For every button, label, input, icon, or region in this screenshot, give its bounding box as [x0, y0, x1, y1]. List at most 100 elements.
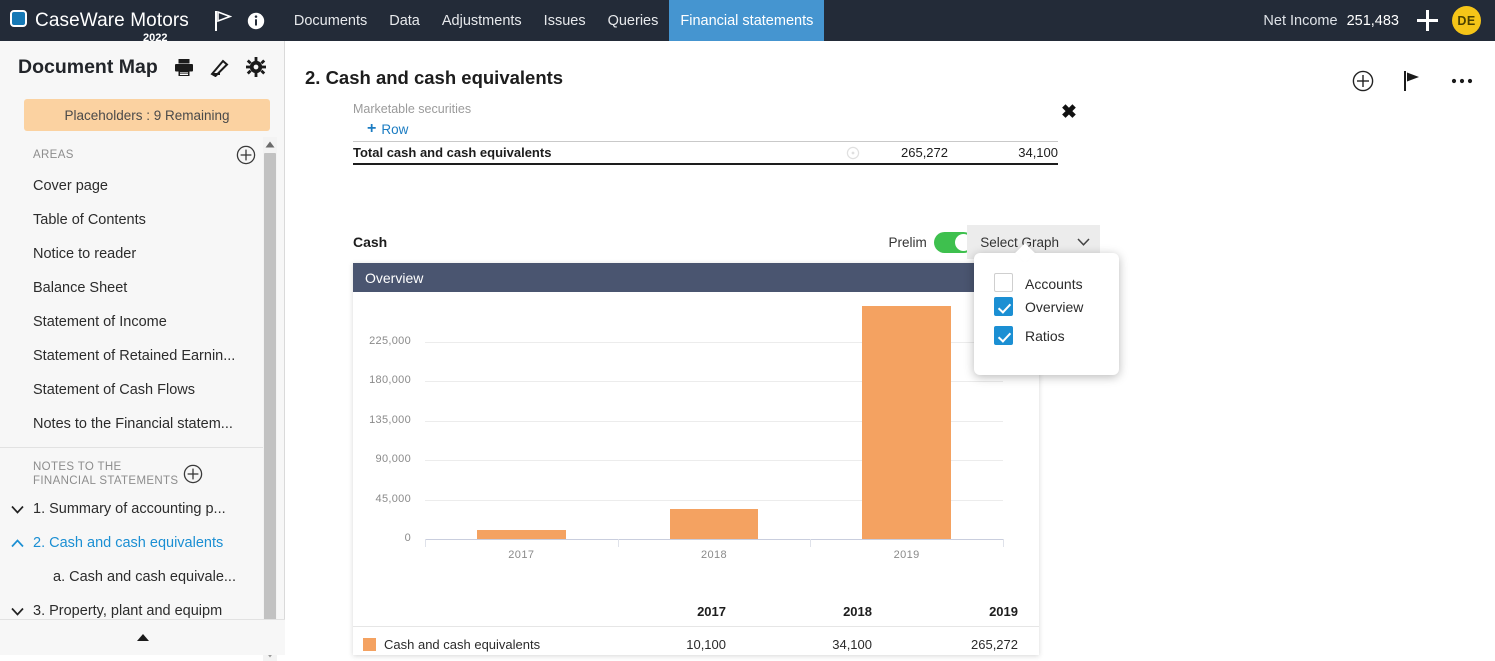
- menu-label-ratios: Ratios: [1025, 328, 1065, 344]
- info-icon[interactable]: [241, 0, 271, 41]
- bar-2019[interactable]: [862, 306, 951, 539]
- legend-table-header: 2017 2018 2019: [353, 597, 1039, 627]
- plus-icon: +: [367, 121, 376, 137]
- net-income-label: Net Income: [1263, 13, 1337, 29]
- menu-item-accounts[interactable]: Accounts: [974, 253, 1119, 292]
- add-note-icon[interactable]: [183, 464, 203, 484]
- flag-icon[interactable]: [207, 0, 241, 41]
- sidebar-item-statement-of-cash-flows[interactable]: Statement of Cash Flows: [0, 373, 270, 407]
- legend-header-2017: 2017: [601, 604, 747, 619]
- statement-subtitle: Marketable securities: [353, 102, 1058, 119]
- sidebar-item-balance-sheet[interactable]: Balance Sheet: [0, 271, 270, 305]
- more-options-icon[interactable]: [1451, 78, 1473, 84]
- scroll-up-arrow-icon[interactable]: [264, 137, 276, 151]
- flag-icon[interactable]: [1404, 71, 1421, 91]
- nav-label: Table of Contents: [33, 212, 146, 228]
- sidebar-item-notes-to-financial-statements[interactable]: Notes to the Financial statem...: [0, 407, 270, 441]
- section-title-areas: AREAS: [33, 148, 236, 162]
- chart-card-header: Overview: [353, 263, 1039, 292]
- sidebar-item-cover-page[interactable]: Cover page: [0, 169, 270, 203]
- tab-adjustments[interactable]: Adjustments: [431, 0, 533, 41]
- overview-chart-card: Overview 045,00090,000135,000180,000225,…: [353, 263, 1039, 655]
- menu-label-overview: Overview: [1025, 299, 1083, 315]
- chevron-down-icon: [1077, 238, 1090, 246]
- sidebar-item-note-2-cash-and-cash-equivalents[interactable]: 2. Cash and cash equivalents: [0, 526, 270, 560]
- refresh-icon[interactable]: [846, 146, 860, 163]
- legend-series-cell: Cash and cash equivalents: [353, 637, 601, 652]
- sidebar-footer: [0, 619, 285, 655]
- nav-label: Statement of Retained Earnin...: [33, 348, 235, 364]
- legend-value-2017: 10,100: [601, 637, 747, 652]
- net-income-value: 251,483: [1347, 13, 1399, 29]
- edit-pencil-icon[interactable]: [210, 58, 230, 77]
- bar-2018[interactable]: [670, 509, 759, 539]
- legend-series-name: Cash and cash equivalents: [384, 637, 540, 652]
- sidebar-item-statement-of-income[interactable]: Statement of Income: [0, 305, 270, 339]
- brand-name: CaseWare Motors: [35, 10, 189, 32]
- total-label: Total cash and cash equivalents: [353, 145, 838, 160]
- toggle-label-prelim: Prelim: [888, 235, 926, 250]
- settings-gear-icon[interactable]: [246, 57, 266, 77]
- legend-value-2018: 34,100: [747, 637, 893, 652]
- chart-card-title: Overview: [365, 270, 423, 286]
- add-area-icon[interactable]: [236, 145, 256, 165]
- brand-logo-area: CaseWare Motors 2022: [0, 10, 189, 32]
- section-title-notes: NOTES TO THE FINANCIAL STATEMENTS: [33, 460, 183, 488]
- y-axis-tick-label: 45,000: [353, 493, 411, 505]
- checkbox-accounts[interactable]: [994, 273, 1013, 292]
- print-icon[interactable]: [174, 58, 194, 77]
- sidebar-scrollbar[interactable]: [263, 137, 277, 661]
- axis-separator: [1003, 539, 1004, 547]
- tab-financial-statements[interactable]: Financial statements: [669, 0, 824, 41]
- chevron-down-icon[interactable]: [11, 607, 33, 616]
- y-axis-tick-label: 225,000: [353, 335, 411, 347]
- select-graph-menu: Accounts Overview Ratios: [974, 253, 1119, 375]
- menu-item-overview[interactable]: Overview: [974, 292, 1119, 321]
- bar-2017[interactable]: [477, 530, 566, 539]
- y-axis-tick-label: 90,000: [353, 453, 411, 465]
- document-map-sidebar: Document Map Placeholders : 9 Remaining …: [0, 41, 285, 655]
- total-value-prior: 34,100: [948, 145, 1058, 160]
- close-icon[interactable]: ✖: [1061, 101, 1077, 124]
- tab-queries[interactable]: Queries: [597, 0, 670, 41]
- tab-documents[interactable]: Documents: [283, 0, 378, 41]
- checkbox-overview[interactable]: [994, 297, 1013, 316]
- legend-color-swatch: [363, 638, 376, 651]
- y-axis-tick-label: 0: [353, 532, 411, 544]
- add-row-label: Row: [381, 122, 408, 137]
- nav-label: Notes to the Financial statem...: [33, 416, 233, 432]
- main-nav-tabs: Documents Data Adjustments Issues Querie…: [283, 0, 824, 41]
- add-plus-icon[interactable]: [1415, 8, 1440, 33]
- checkbox-ratios[interactable]: [994, 326, 1013, 345]
- sidebar-item-statement-of-retained-earnings[interactable]: Statement of Retained Earnin...: [0, 339, 270, 373]
- add-circle-icon[interactable]: [1352, 70, 1374, 92]
- axis-separator: [618, 539, 619, 547]
- nav-label: Balance Sheet: [33, 280, 127, 296]
- statement-table: Marketable securities + Row Total cash a…: [353, 102, 1058, 165]
- sidebar-item-notice-to-reader[interactable]: Notice to reader: [0, 237, 270, 271]
- menu-item-ratios[interactable]: Ratios: [974, 321, 1119, 350]
- user-avatar[interactable]: DE: [1452, 6, 1481, 35]
- collapse-caret-icon[interactable]: [136, 629, 150, 647]
- tab-data[interactable]: Data: [378, 0, 431, 41]
- sidebar-item-table-of-contents[interactable]: Table of Contents: [0, 203, 270, 237]
- nav-label: 1. Summary of accounting p...: [33, 501, 226, 517]
- placeholders-banner[interactable]: Placeholders : 9 Remaining: [24, 99, 270, 131]
- x-axis-tick-label: 2018: [618, 549, 811, 561]
- chevron-up-icon[interactable]: [11, 539, 33, 548]
- caseware-logo-icon: [10, 10, 27, 27]
- bar-chart-plot: 045,00090,000135,000180,000225,000201720…: [353, 292, 1039, 577]
- nav-label: 2. Cash and cash equivalents: [33, 535, 223, 551]
- chart-legend-table: 2017 2018 2019 Cash and cash equivalents…: [353, 597, 1039, 661]
- nav-label: Notice to reader: [33, 246, 136, 262]
- sidebar-item-note-2a[interactable]: a. Cash and cash equivale...: [0, 560, 270, 594]
- nav-label: 3. Property, plant and equipm: [33, 603, 222, 619]
- sidebar-item-note-1[interactable]: 1. Summary of accounting p...: [0, 492, 270, 526]
- menu-label-accounts: Accounts: [1025, 276, 1083, 292]
- tab-issues[interactable]: Issues: [533, 0, 597, 41]
- content-actions: [1322, 70, 1473, 92]
- top-right-status: Net Income 251,483 DE: [1263, 6, 1495, 35]
- chevron-down-icon[interactable]: [11, 505, 33, 514]
- scrollbar-thumb[interactable]: [264, 153, 276, 629]
- add-row-button[interactable]: + Row: [353, 119, 1058, 141]
